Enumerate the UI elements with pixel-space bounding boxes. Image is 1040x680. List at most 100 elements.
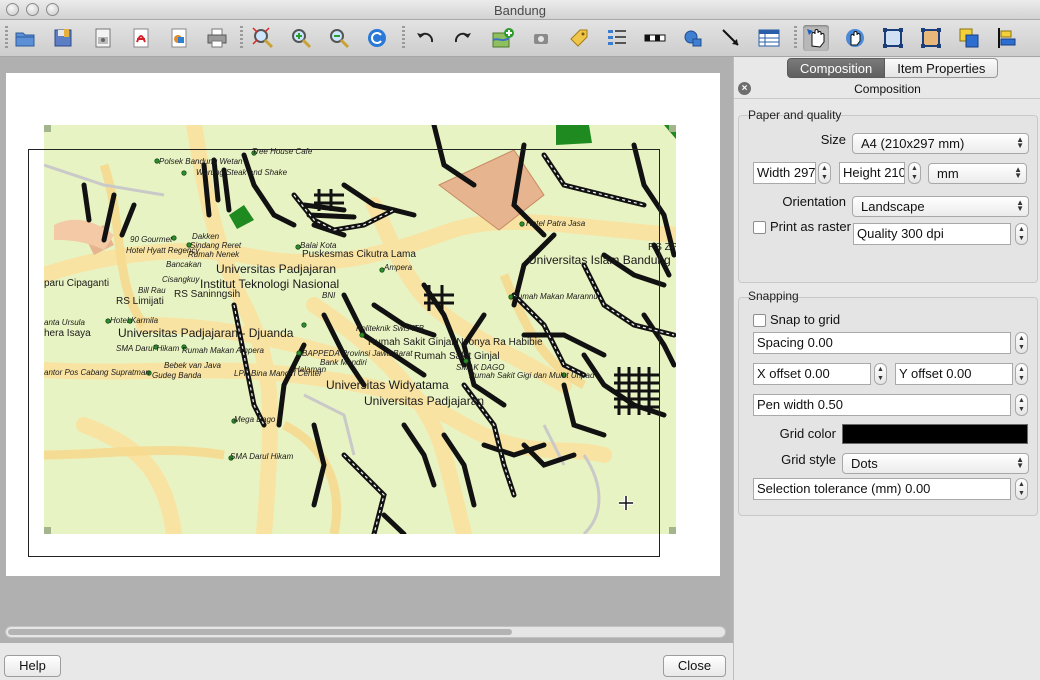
map-label: Gudeg Banda [152,371,202,380]
horizontal-scrollbar[interactable] [5,626,726,638]
orientation-value: Landscape [861,199,925,214]
zoom-out-icon[interactable] [326,25,352,51]
map-label: SMA Darul Hikam [116,344,180,353]
properties-dock: Composition Item Properties × Compositio… [733,57,1040,680]
resize-handle[interactable] [669,125,676,132]
zoom-full-icon[interactable] [250,25,276,51]
panel-header: × Composition [734,79,1040,99]
updown-arrows-icon: ▲ ▼ [1014,165,1022,180]
units-value: mm [937,166,959,181]
map-label: Tree House Cafe [252,147,313,156]
add-label-icon[interactable] [566,25,592,51]
add-legend-icon[interactable] [604,25,630,51]
snap-to-grid-checkbox[interactable] [753,314,766,327]
height-stepper[interactable]: ▲ ▼ [908,162,921,184]
grid-color-label: Grid color [779,426,836,441]
map-label: Bebek van Java [164,361,221,370]
updown-arrows-icon: ▲ ▼ [1016,198,1024,213]
zoom-in-icon[interactable] [288,25,314,51]
map-label: paru Cipaganti [44,278,110,289]
align-icon[interactable] [994,25,1020,51]
map-label: Rumah Sakit Ginjal Nyonya Ra Habibie [368,337,543,348]
pen-width-field[interactable]: Pen width 0.50 [753,394,1011,416]
map-label: Universitas Widyatama [326,378,449,392]
grid-color-button[interactable] [842,424,1028,444]
map-label: Rumah Sakit Gigi dan Mulut Unpad [469,371,595,380]
updown-arrows-icon: ▲ ▼ [1016,135,1024,150]
add-scalebar-icon[interactable] [642,25,668,51]
height-field[interactable]: Height 210 [839,162,905,184]
redo-icon[interactable] [450,25,476,51]
map-label: BAPPEDA Provinsi Jawa Barat [302,349,413,358]
map-label: Universitas Padjajaran - Djuanda [118,326,294,340]
tab-composition[interactable]: Composition [787,58,886,78]
y-offset-field[interactable]: Y offset 0.00 [895,363,1013,385]
window-title: Bandung [493,3,547,18]
map-label: Politeknik Swis ITB [356,324,425,333]
print-as-raster-label: Print as raster [770,219,851,234]
open-composer-icon[interactable] [12,25,38,51]
move-item-content-icon[interactable] [842,25,868,51]
updown-arrows-icon: ▲ ▼ [1016,455,1024,470]
x-offset-stepper[interactable]: ▲ ▼ [874,363,887,385]
map-label: RS ZP [648,242,676,253]
orientation-label: Orientation [782,194,846,209]
map-label: RS Saninngsih [174,289,241,300]
help-button[interactable]: Help [4,655,61,677]
add-shape-icon[interactable] [680,25,706,51]
add-image-icon[interactable] [528,25,554,51]
select-move-item-icon[interactable] [803,25,829,51]
width-stepper[interactable]: ▲ ▼ [818,162,831,184]
map-label: Bill Rau [138,286,166,295]
grid-style-select[interactable]: Dots ▲ ▼ [842,453,1029,474]
export-svg-icon[interactable] [166,25,192,51]
dock-tabs: Composition Item Properties [787,58,999,78]
units-select[interactable]: mm ▲ ▼ [928,163,1027,184]
print-icon[interactable] [204,25,230,51]
paper-quality-label: Paper and quality [748,108,842,122]
scrollbar-thumb[interactable] [8,629,512,635]
refresh-icon[interactable] [364,25,390,51]
raise-icon[interactable] [956,25,982,51]
resize-handle[interactable] [44,527,51,534]
map-label: hera Isaya [44,328,91,339]
group-icon[interactable] [880,25,906,51]
toolbar-grip[interactable] [5,26,8,50]
selection-tolerance-stepper[interactable]: ▲ ▼ [1015,478,1028,500]
print-as-raster-checkbox[interactable] [753,221,766,234]
map-label: RS Limijati [116,296,164,307]
toolbar-grip[interactable] [794,26,797,50]
toolbar-grip[interactable] [240,26,243,50]
map-label: Hotel Karmila [110,316,159,325]
y-offset-stepper[interactable]: ▲ ▼ [1015,363,1028,385]
ungroup-icon[interactable] [918,25,944,51]
quality-field[interactable]: Quality 300 dpi [853,223,1011,245]
undo-icon[interactable] [412,25,438,51]
spacing-stepper[interactable]: ▲ ▼ [1015,332,1028,354]
resize-handle[interactable] [44,125,51,132]
save-icon[interactable] [50,25,76,51]
add-arrow-icon[interactable] [718,25,744,51]
selection-tolerance-field[interactable]: Selection tolerance (mm) 0.00 [753,478,1011,500]
snap-to-grid-label: Snap to grid [770,312,841,327]
pen-width-stepper[interactable]: ▲ ▼ [1015,394,1028,416]
map-label: Dakken [192,232,220,241]
add-table-icon[interactable] [756,25,782,51]
close-button[interactable]: Close [663,655,726,677]
map-label: anta Ursula [44,318,85,327]
x-offset-field[interactable]: X offset 0.00 [753,363,871,385]
paper-size-select[interactable]: A4 (210x297 mm) ▲ ▼ [852,133,1029,154]
export-image-icon[interactable] [90,25,116,51]
move-cursor-icon [619,496,633,510]
map-item[interactable]: Polsek Bandung Wetan Tree House Cafe War… [44,125,676,534]
export-pdf-icon[interactable] [128,25,154,51]
orientation-select[interactable]: Landscape ▲ ▼ [852,196,1029,217]
tab-item-properties[interactable]: Item Properties [885,58,999,78]
quality-stepper[interactable]: ▲ ▼ [1015,223,1028,245]
resize-handle[interactable] [669,527,676,534]
toolbar-grip[interactable] [402,26,405,50]
spacing-field[interactable]: Spacing 0.00 [753,332,1011,354]
map-label: BNI [322,291,336,300]
add-map-icon[interactable] [490,25,516,51]
width-field[interactable]: Width 297 [753,162,816,184]
